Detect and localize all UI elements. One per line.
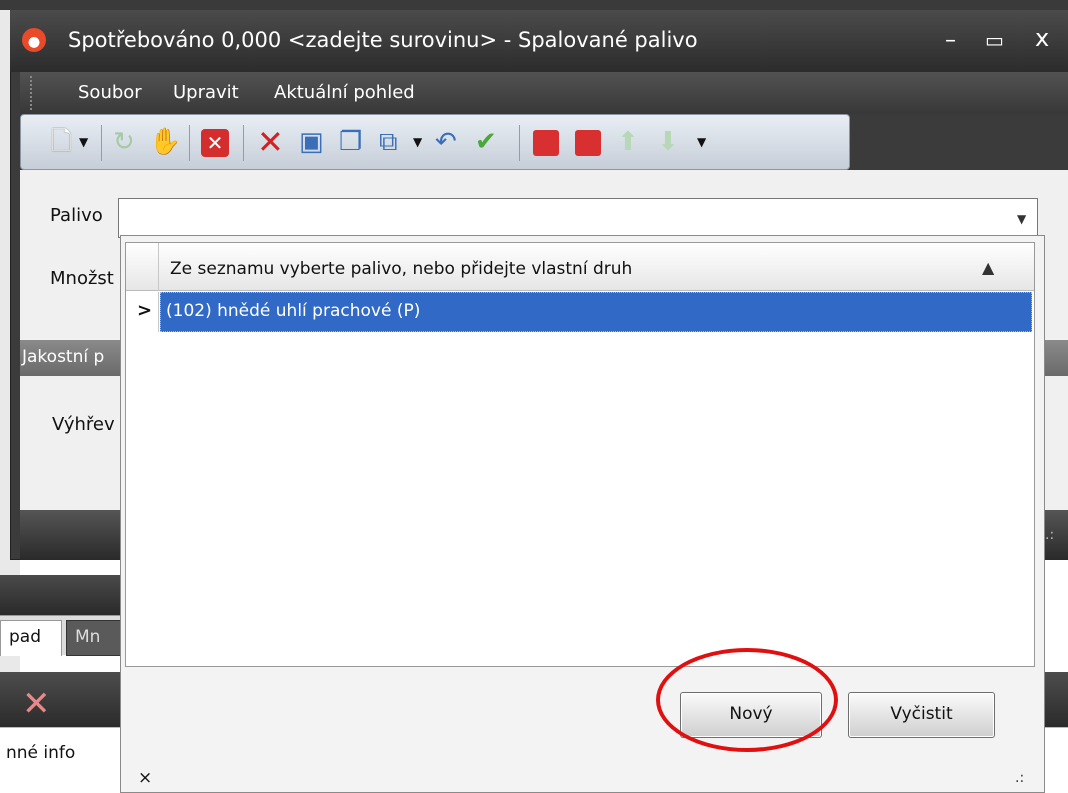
table-row-text: (102) hnědé uhlí prachové (P) [166,301,421,321]
copy-icon[interactable]: ❐ [339,127,362,157]
minimize-button[interactable]: – [945,28,956,53]
clear-button[interactable]: Vyčistit [848,692,995,738]
highlight-circle-annotation [656,648,838,752]
background-tab-pad[interactable]: pad [0,620,62,656]
toolbar-separator [189,125,190,161]
menu-grip-handle[interactable] [30,76,34,110]
window-title: Spotřebováno 0,000 <zadejte surovinu> - … [68,28,698,52]
maximize-button[interactable]: ▭ [985,28,1004,52]
background-tab-strip: pad Mn [0,615,136,656]
resize-grip-icon[interactable]: .: [1045,527,1054,543]
app-flame-icon [22,28,46,52]
paste-icon[interactable]: ⧉ [379,127,398,157]
menu-soubor[interactable]: Soubor [78,82,142,103]
close-button[interactable]: x [1035,24,1049,52]
background-delete-icon[interactable]: ✕ [22,684,51,724]
background-app-titlebar [0,0,1068,10]
background-dark-bar [0,575,125,615]
current-row-icon: > [137,300,153,321]
toolbar-separator [243,125,244,161]
toolbar: 🗋 ▼ ↻ ✋ ✕ ✕ ▣ ❐ ⧉ ▼ ↶ ✔ ⬆ ⬇ ▼ [20,114,850,170]
palivo-combobox[interactable] [118,198,1038,238]
check-icon[interactable]: ✔ [475,127,497,157]
sort-ascending-icon[interactable]: ▲ [982,258,994,277]
toolbar-separator [101,125,102,161]
move-down-icon[interactable]: ⬇ [657,127,679,157]
palivo-label: Palivo [50,205,103,226]
delete-icon[interactable]: ✕ [257,126,284,158]
move-up-icon[interactable]: ⬆ [617,127,639,157]
menu-upravit[interactable]: Upravit [173,82,239,103]
menu-aktualni-pohled[interactable]: Aktuální pohled [274,82,415,103]
grid-header-indicator-cell [126,243,159,291]
mnozstvi-label: Množst [50,268,114,289]
background-info-text: nné info [6,743,76,763]
save-icon[interactable]: ▣ [299,127,324,157]
undo-icon[interactable]: ↶ [435,127,457,157]
chevron-down-icon[interactable]: ▼ [1017,212,1026,226]
table-icon[interactable] [533,130,559,156]
section-title: Jakostní p [22,347,105,367]
menu-bar: Soubor Upravit Aktuální pohled ▼ [20,72,1068,114]
popup-resize-grip-icon[interactable]: .: [1015,770,1024,786]
new-dropdown-icon[interactable]: ▼ [79,127,88,157]
cancel-icon[interactable]: ✕ [201,129,229,157]
export-icon[interactable] [575,130,601,156]
vyhrevnost-label: Výhřev [52,414,115,435]
popup-close-icon[interactable]: × [138,768,152,788]
new-document-icon[interactable]: 🗋 [51,127,72,157]
grid-column-header[interactable]: Ze seznamu vyberte palivo, nebo přidejte… [170,259,632,279]
toolbar-separator [519,125,520,161]
paste-dropdown-icon[interactable]: ▼ [413,127,422,157]
toolbar-filler [850,114,1068,170]
hand-icon[interactable]: ✋ [149,127,181,157]
refresh-icon[interactable]: ↻ [113,127,135,157]
toolbar-overflow-icon[interactable]: ▼ [697,127,706,157]
